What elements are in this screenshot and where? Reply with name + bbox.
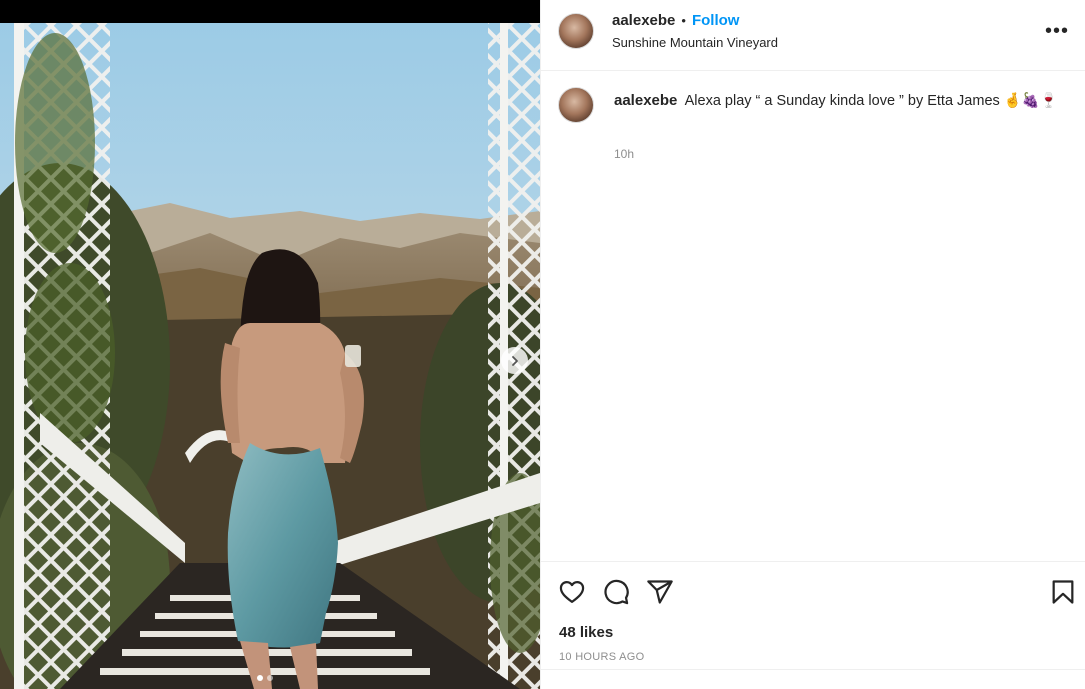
share-button[interactable]: [646, 578, 674, 606]
more-options-icon[interactable]: •••: [1045, 20, 1070, 42]
caption-time[interactable]: 10h: [614, 147, 634, 161]
location-link[interactable]: Sunshine Mountain Vineyard: [612, 35, 778, 50]
follow-button[interactable]: Follow: [692, 12, 740, 29]
comment-button[interactable]: [602, 578, 630, 606]
username-link[interactable]: aalexebe: [612, 12, 675, 29]
separator-dot: •: [681, 13, 686, 28]
carousel-dots: [257, 675, 273, 681]
header-user: aalexebe • Follow: [612, 12, 739, 29]
post-media: [0, 0, 540, 689]
carousel-dot[interactable]: [267, 675, 273, 681]
more-options-label: •••: [1045, 20, 1070, 42]
caption-username[interactable]: aalexebe: [614, 92, 677, 109]
likes-count[interactable]: 48 likes: [559, 624, 613, 641]
paper-plane-icon: [647, 580, 673, 604]
bookmark-icon: [1052, 580, 1074, 604]
posted-time[interactable]: 10 HOURS AGO: [559, 651, 645, 663]
comment-icon: [604, 579, 629, 605]
caption-body: aalexebe Alexa play “ a Sunday kinda lov…: [614, 90, 1064, 112]
post-photo[interactable]: [0, 23, 540, 689]
like-button[interactable]: [558, 578, 586, 606]
carousel-dot-active[interactable]: [257, 675, 263, 681]
save-button[interactable]: [1049, 578, 1077, 606]
caption-text: Alexa play “ a Sunday kinda love ” by Et…: [684, 93, 1058, 109]
heart-icon: [559, 580, 585, 604]
top-black-bar: [0, 0, 540, 23]
divider: [541, 669, 1085, 670]
post-details-panel: aalexebe • Follow Sunshine Mountain Vine…: [540, 0, 1085, 689]
chevron-right-icon: [511, 355, 518, 366]
post-actions: 48 likes 10 HOURS AGO: [541, 561, 1085, 669]
carousel-next-button[interactable]: [501, 347, 528, 374]
photo-illustration: [0, 23, 540, 689]
avatar[interactable]: [558, 13, 594, 49]
post-header: aalexebe • Follow Sunshine Mountain Vine…: [541, 0, 1085, 71]
caption-avatar[interactable]: [558, 87, 594, 123]
